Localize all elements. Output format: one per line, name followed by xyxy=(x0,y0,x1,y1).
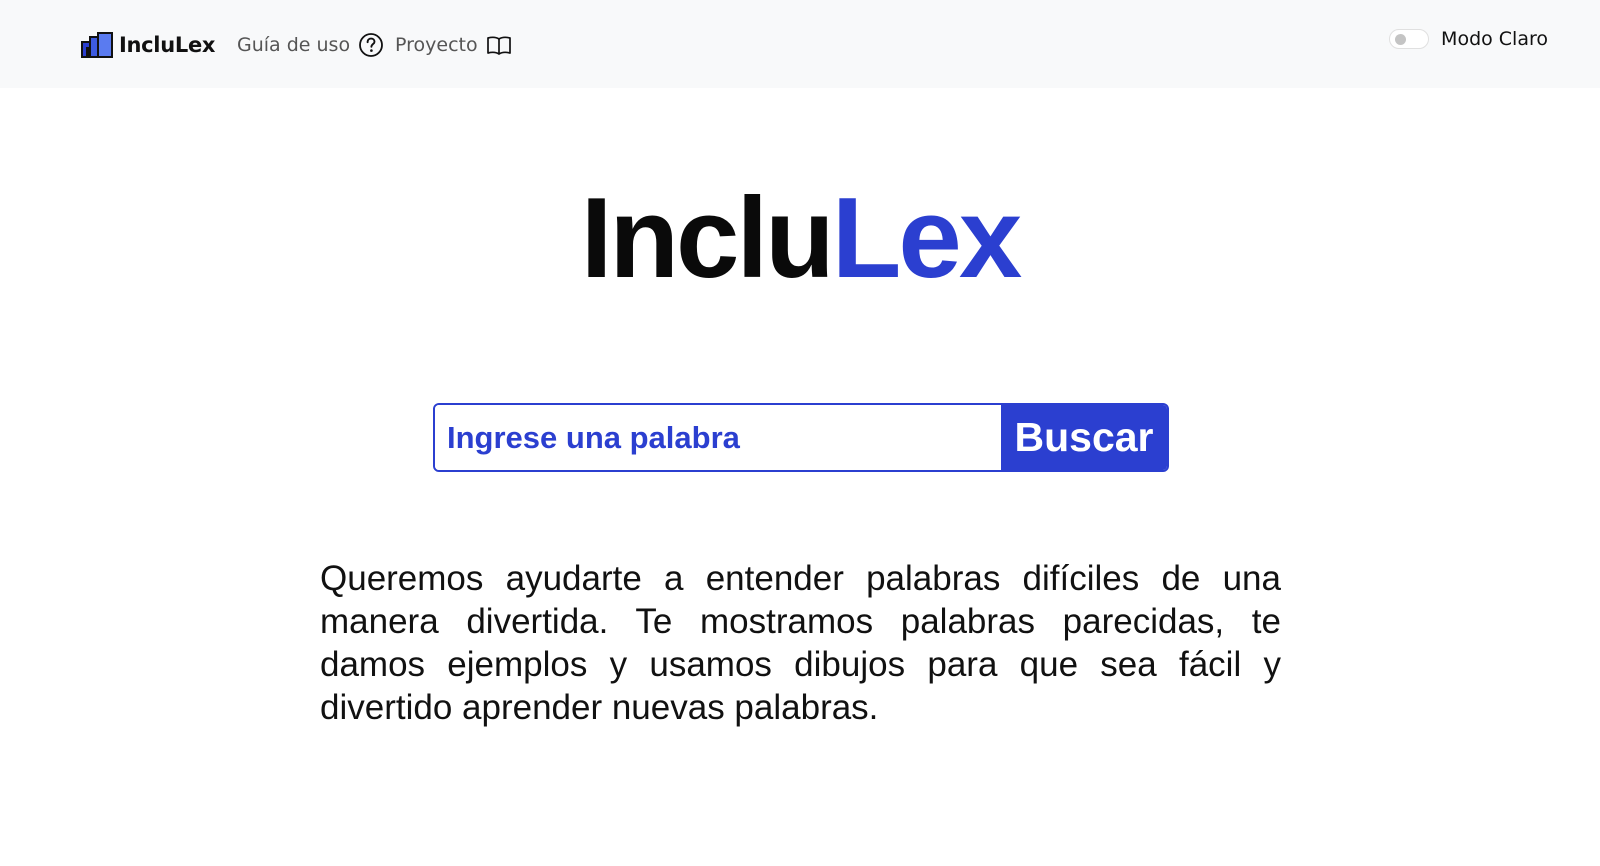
hero-title: IncluLex xyxy=(0,176,1600,301)
brand-link[interactable]: IncluLex xyxy=(81,30,215,60)
open-book-icon xyxy=(486,36,511,55)
hero-title-part1: Inclu xyxy=(580,175,835,302)
top-navbar: IncluLex Guía de uso Proyecto Modo Claro xyxy=(0,0,1600,88)
brand-name: IncluLex xyxy=(119,33,216,57)
nav-guide-link[interactable]: Guía de uso xyxy=(237,30,384,60)
nav-project-link[interactable]: Proyecto xyxy=(395,30,512,60)
question-circle-icon xyxy=(359,33,383,57)
theme-toggle-switch[interactable] xyxy=(1389,29,1430,49)
search-button[interactable]: Buscar xyxy=(1001,405,1167,470)
nav-guide-label: Guía de uso xyxy=(237,34,351,56)
search-input[interactable] xyxy=(435,405,1001,470)
building-blocks-icon xyxy=(81,32,113,58)
theme-mode-label: Modo Claro xyxy=(1441,28,1548,50)
hero-title-part2: Lex xyxy=(831,175,1022,302)
theme-mode-control: Modo Claro xyxy=(1389,24,1548,54)
nav-project-label: Proyecto xyxy=(395,34,478,56)
search-form: Buscar xyxy=(433,403,1169,472)
toggle-knob xyxy=(1395,34,1407,45)
intro-description: Queremos ayudarte a entender palabras di… xyxy=(320,559,1281,727)
